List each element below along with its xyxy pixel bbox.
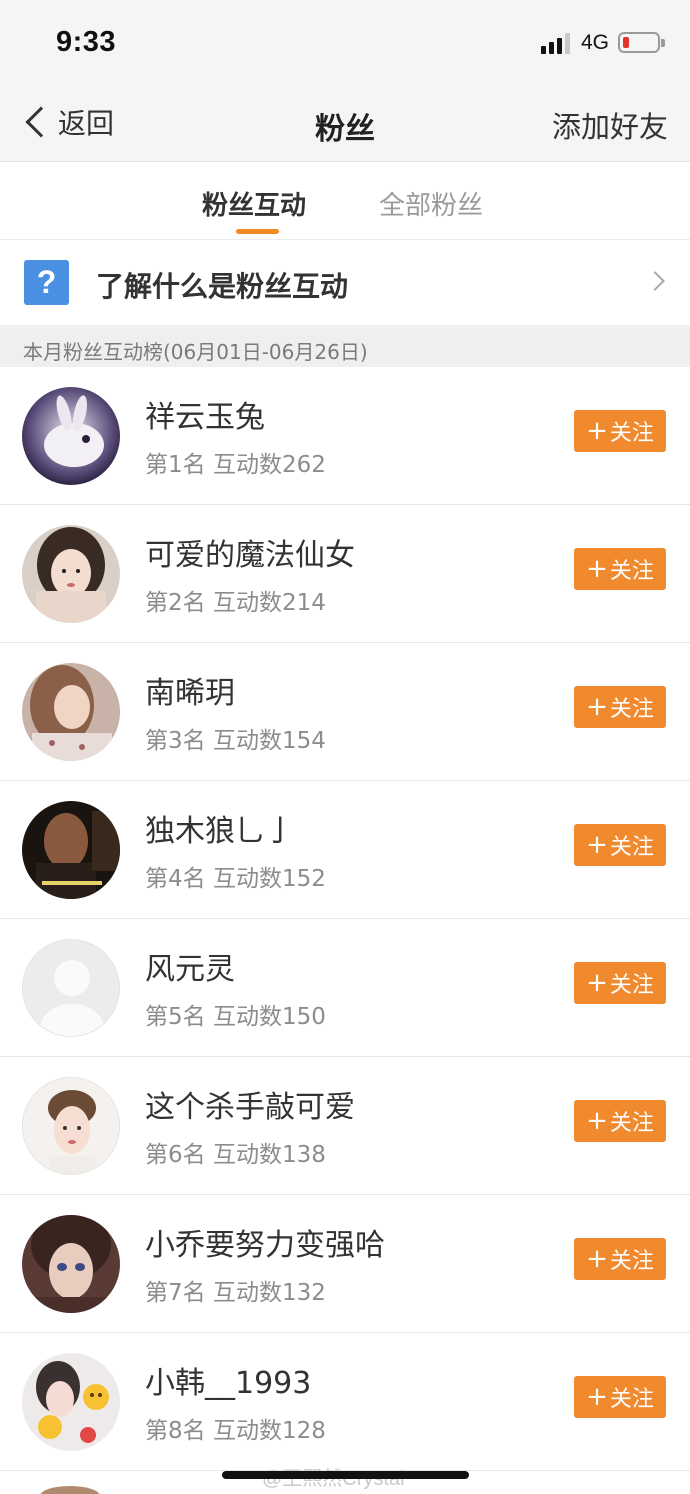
follow-button[interactable]: + 关注 bbox=[574, 1376, 666, 1418]
back-button[interactable]: 返回 bbox=[20, 102, 114, 142]
section-header: 本月粉丝互动榜(06月01日-06月26日) bbox=[0, 325, 690, 367]
avatar[interactable] bbox=[22, 663, 120, 761]
plus-icon: + bbox=[586, 554, 608, 584]
follow-button[interactable]: + 关注 bbox=[574, 962, 666, 1004]
follow-button[interactable]: + 关注 bbox=[574, 1238, 666, 1280]
follow-label: 关注 bbox=[609, 421, 654, 446]
follow-label: 关注 bbox=[609, 697, 654, 722]
fan-name[interactable]: 这个杀手敲可爱 bbox=[145, 1082, 355, 1126]
fan-name[interactable]: 南晞玥 bbox=[145, 668, 235, 712]
fan-rank: 第6名 互动数138 bbox=[145, 1142, 326, 1168]
follow-button[interactable]: + 关注 bbox=[574, 1100, 666, 1142]
nav-bar: 返回 粉丝 添加好友 bbox=[0, 82, 690, 162]
plus-icon: + bbox=[586, 968, 608, 998]
what-is-fan-interaction-row[interactable]: ? 了解什么是粉丝互动 bbox=[0, 240, 690, 325]
plus-icon: + bbox=[586, 830, 608, 860]
plus-icon: + bbox=[586, 1244, 608, 1274]
fan-name[interactable]: 小乔要努力变强哈 bbox=[145, 1220, 385, 1264]
fan-rank: 第3名 互动数154 bbox=[145, 728, 326, 754]
fan-name[interactable]: 独木狼乚亅 bbox=[145, 806, 295, 850]
fan-name[interactable]: 祥云玉兔 bbox=[145, 392, 265, 436]
fan-rank: 第5名 互动数150 bbox=[145, 1004, 326, 1030]
follow-label: 关注 bbox=[609, 835, 654, 860]
active-tab-indicator bbox=[236, 229, 279, 234]
avatar[interactable] bbox=[22, 387, 120, 485]
avatar[interactable] bbox=[22, 525, 120, 623]
follow-label: 关注 bbox=[609, 1249, 654, 1274]
follow-button[interactable]: + 关注 bbox=[574, 548, 666, 590]
fan-name[interactable]: 小韩__1993 bbox=[145, 1358, 311, 1402]
avatar[interactable] bbox=[22, 1077, 120, 1175]
status-bar: 9:33 4G bbox=[0, 0, 690, 82]
avatar[interactable] bbox=[22, 939, 120, 1037]
add-friend-button[interactable]: 添加好友 bbox=[552, 104, 668, 146]
follow-button[interactable]: + 关注 bbox=[574, 410, 666, 452]
fan-rank: 第8名 互动数128 bbox=[145, 1418, 326, 1444]
back-label: 返回 bbox=[58, 107, 115, 140]
chevron-left-icon bbox=[25, 106, 57, 138]
follow-label: 关注 bbox=[609, 1387, 654, 1412]
plus-icon: + bbox=[586, 416, 608, 446]
plus-icon: + bbox=[586, 1382, 608, 1412]
avatar[interactable] bbox=[22, 801, 120, 899]
follow-label: 关注 bbox=[609, 973, 654, 998]
leaderboard-period: 本月粉丝互动榜(06月01日-06月26日) bbox=[23, 340, 368, 364]
plus-icon: + bbox=[586, 692, 608, 722]
signal-icon bbox=[541, 32, 573, 54]
list-item: 风元灵 第5名 互动数150 + 关注 bbox=[0, 919, 690, 1057]
list-item: 这个杀手敲可爱 第6名 互动数138 + 关注 bbox=[0, 1057, 690, 1195]
list-item: 小韩__1993 第8名 互动数128 + 关注 bbox=[0, 1333, 690, 1471]
fan-name[interactable]: 可爱的魔法仙女 bbox=[145, 530, 355, 574]
follow-label: 关注 bbox=[609, 1111, 654, 1136]
tab-bar: 粉丝互动 全部粉丝 bbox=[0, 163, 690, 240]
chevron-right-icon bbox=[645, 271, 665, 291]
follow-button[interactable]: + 关注 bbox=[574, 686, 666, 728]
fan-rank: 第7名 互动数132 bbox=[145, 1280, 326, 1306]
fan-rank: 第2名 互动数214 bbox=[145, 590, 326, 616]
avatar[interactable] bbox=[22, 1353, 120, 1451]
home-indicator[interactable] bbox=[222, 1471, 469, 1479]
battery-icon bbox=[618, 32, 665, 53]
help-icon: ? bbox=[24, 260, 69, 305]
follow-button[interactable]: + 关注 bbox=[574, 824, 666, 866]
list-item: 小乔要努力变强哈 第7名 互动数132 + 关注 bbox=[0, 1195, 690, 1333]
info-row-label: 了解什么是粉丝互动 bbox=[96, 270, 349, 303]
fan-rank: 第1名 互动数262 bbox=[145, 452, 326, 478]
default-avatar-icon bbox=[23, 940, 119, 1036]
tab-all-fans[interactable]: 全部粉丝 bbox=[379, 185, 483, 222]
fan-name[interactable]: 风元灵 bbox=[145, 944, 235, 988]
status-time: 9:33 bbox=[56, 26, 117, 58]
avatar[interactable] bbox=[40, 1486, 100, 1494]
list-item: 独木狼乚亅 第4名 互动数152 + 关注 bbox=[0, 781, 690, 919]
network-type: 4G bbox=[581, 31, 610, 54]
follow-label: 关注 bbox=[609, 559, 654, 584]
plus-icon: + bbox=[586, 1106, 608, 1136]
tab-fan-interaction[interactable]: 粉丝互动 bbox=[202, 185, 306, 222]
list-item: 祥云玉兔 第1名 互动数262 + 关注 bbox=[0, 367, 690, 505]
avatar[interactable] bbox=[22, 1215, 120, 1313]
fan-list: 祥云玉兔 第1名 互动数262 + 关注 可爱的魔法仙女 第2名 互动数214 +… bbox=[0, 367, 690, 1471]
fan-rank: 第4名 互动数152 bbox=[145, 866, 326, 892]
list-item: 南晞玥 第3名 互动数154 + 关注 bbox=[0, 643, 690, 781]
list-item: 可爱的魔法仙女 第2名 互动数214 + 关注 bbox=[0, 505, 690, 643]
